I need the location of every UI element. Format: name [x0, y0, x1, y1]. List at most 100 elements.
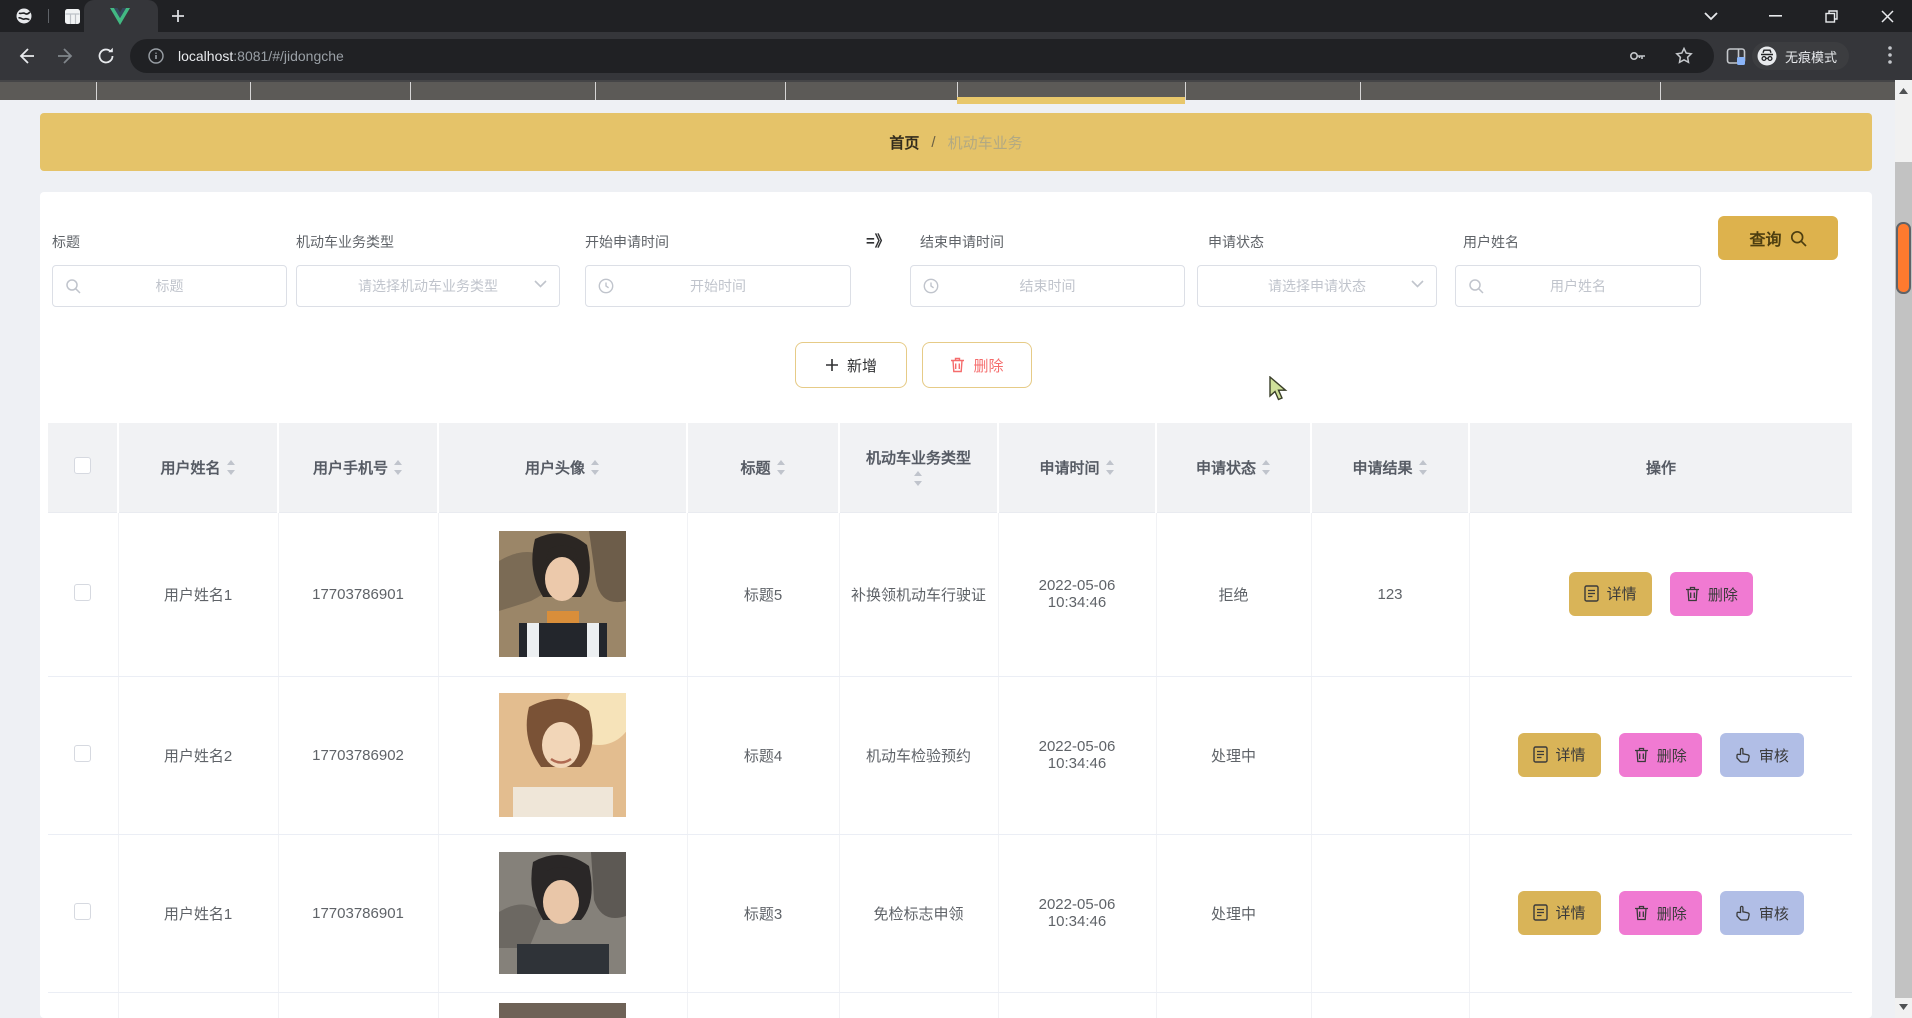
sort-carets-icon[interactable] — [1105, 460, 1115, 475]
forward-button[interactable] — [56, 46, 76, 66]
cell-phone: 17703786902 — [278, 676, 438, 834]
select-all-checkbox[interactable] — [74, 457, 91, 474]
document-icon — [1533, 746, 1548, 763]
app-nav-menu-sliver[interactable] — [0, 80, 1895, 100]
cell-result: 123 — [1311, 512, 1469, 676]
document-icon — [1533, 904, 1548, 921]
filter-range-separator: =》 — [866, 230, 890, 251]
row-delete-button[interactable]: 删除 — [1619, 733, 1702, 777]
review-button[interactable]: 审核 — [1720, 891, 1804, 935]
start-time-field[interactable] — [585, 265, 851, 307]
back-button[interactable] — [16, 46, 36, 66]
title-search-input[interactable] — [53, 266, 286, 306]
delete-button[interactable]: 删除 — [922, 342, 1032, 388]
breadcrumb-home-link[interactable]: 首页 — [889, 132, 919, 153]
detail-button[interactable]: 详情 — [1569, 572, 1652, 616]
title-search-field[interactable] — [52, 265, 287, 307]
window-close-button[interactable] — [1864, 0, 1910, 32]
nav-active-item-highlight[interactable] — [957, 97, 1185, 104]
cell-username: 用户姓名1 — [118, 834, 278, 992]
address-bar[interactable]: localhost:8081/#/jidongche — [130, 39, 1714, 73]
header-title[interactable]: 标题 — [687, 423, 839, 512]
header-result[interactable]: 申请结果 — [1311, 423, 1469, 512]
cell-time: 2022-05-06 10:34:46 — [998, 834, 1156, 992]
trash-icon — [1634, 905, 1649, 921]
page-scrollbar[interactable] — [1895, 80, 1912, 1018]
header-operations: 操作 — [1469, 423, 1852, 512]
vue-logo-icon — [110, 8, 130, 25]
table-row: 用户姓名1 17703786901 标题3 免检标志申领 2022-05-06 … — [48, 834, 1852, 992]
incognito-badge[interactable]: 无痕模式 — [1752, 42, 1849, 70]
cell-phone: 17703786901 — [278, 512, 438, 676]
side-panel-icon[interactable] — [1726, 46, 1746, 66]
scroll-up-button[interactable] — [1895, 82, 1912, 100]
new-tab-button[interactable] — [170, 8, 186, 24]
browser-menu-icon[interactable] — [1888, 46, 1892, 64]
password-key-icon[interactable] — [1628, 46, 1648, 66]
type-select[interactable]: 请选择机动车业务类型 — [296, 265, 560, 307]
sort-carets-icon[interactable] — [590, 460, 600, 475]
window-restore-button[interactable] — [1808, 0, 1854, 32]
reload-button[interactable] — [96, 46, 116, 66]
sort-carets-icon[interactable] — [1261, 460, 1271, 475]
table-row: 用户姓名1 17703786901 标题5 补换领机动车行驶证 2022-05-… — [48, 512, 1852, 676]
header-username[interactable]: 用户姓名 — [118, 423, 278, 512]
tab-search-chevron-button[interactable] — [1688, 0, 1734, 32]
hand-review-icon — [1735, 747, 1751, 763]
cell-title: 标题4 — [687, 676, 839, 834]
sort-carets-icon[interactable] — [913, 471, 923, 486]
scrollbar-thumb[interactable] — [1896, 222, 1911, 294]
filter-end-label: 结束申请时间 — [920, 232, 1004, 252]
row-checkbox[interactable] — [74, 903, 91, 920]
search-button-label: 查询 — [1749, 226, 1781, 250]
search-button[interactable]: 查询 — [1718, 216, 1838, 260]
username-search-input[interactable] — [1456, 266, 1700, 306]
header-avatar[interactable]: 用户头像 — [438, 423, 687, 512]
cell-result — [1311, 676, 1469, 834]
trash-icon — [1634, 747, 1649, 763]
detail-button[interactable]: 详情 — [1518, 891, 1601, 935]
user-avatar-image — [499, 531, 626, 657]
pinned-tab-icon[interactable] — [64, 8, 81, 25]
scroll-down-button[interactable] — [1895, 998, 1912, 1016]
cell-title: 标题5 — [687, 512, 839, 676]
cell-status: 拒绝 — [1156, 512, 1311, 676]
row-delete-button[interactable]: 删除 — [1670, 572, 1753, 616]
username-search-field[interactable] — [1455, 265, 1701, 307]
url-text[interactable]: localhost:8081/#/jidongche — [178, 48, 1628, 64]
sort-carets-icon[interactable] — [226, 460, 236, 475]
add-button[interactable]: 新增 — [795, 342, 907, 388]
row-checkbox[interactable] — [74, 745, 91, 762]
hand-review-icon — [1735, 905, 1751, 921]
user-avatar-image — [499, 1003, 626, 1018]
browser-toolbar: localhost:8081/#/jidongche 无痕模式 — [0, 32, 1912, 80]
sort-carets-icon[interactable] — [1418, 460, 1428, 475]
header-type[interactable]: 机动车业务类型 — [839, 423, 998, 512]
globe-favicon-icon[interactable] — [16, 8, 32, 24]
search-icon — [1790, 230, 1807, 247]
sort-carets-icon[interactable] — [776, 460, 786, 475]
start-time-input[interactable] — [586, 266, 850, 306]
end-time-field[interactable] — [910, 265, 1185, 307]
header-status[interactable]: 申请状态 — [1156, 423, 1311, 512]
end-time-input[interactable] — [911, 266, 1184, 306]
row-delete-button[interactable]: 删除 — [1619, 891, 1702, 935]
site-info-icon[interactable] — [148, 48, 164, 64]
header-phone[interactable]: 用户手机号 — [278, 423, 438, 512]
row-checkbox[interactable] — [74, 584, 91, 601]
cell-type: 免检标志申领 — [839, 834, 998, 992]
review-button[interactable]: 审核 — [1720, 733, 1804, 777]
sort-carets-icon[interactable] — [393, 460, 403, 475]
window-minimize-button[interactable] — [1752, 0, 1798, 32]
header-apply-time[interactable]: 申请时间 — [998, 423, 1156, 512]
user-avatar-image — [499, 693, 626, 817]
url-path: :8081/#/jidongche — [233, 48, 344, 64]
tab-vue-app[interactable] — [84, 0, 158, 32]
detail-button[interactable]: 详情 — [1518, 733, 1601, 777]
cell-title: 标题3 — [687, 834, 839, 992]
status-select[interactable]: 请选择申请状态 — [1197, 265, 1437, 307]
url-host: localhost — [178, 48, 233, 64]
add-button-label: 新增 — [847, 355, 877, 376]
bookmark-star-icon[interactable] — [1674, 46, 1694, 66]
breadcrumb-current: 机动车业务 — [948, 132, 1023, 153]
